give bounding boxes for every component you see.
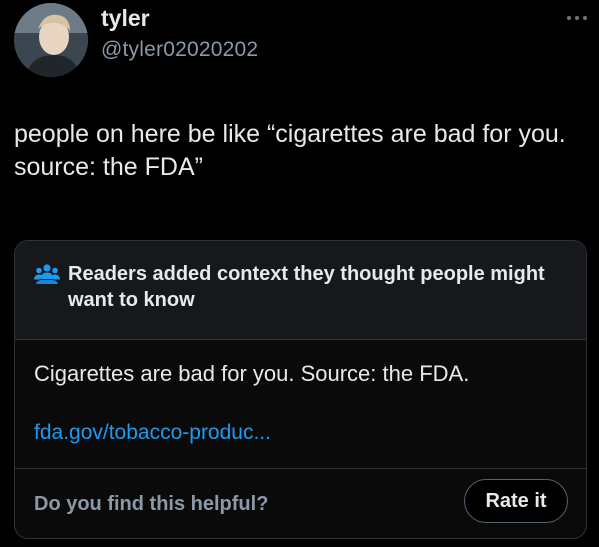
avatar[interactable]	[14, 3, 88, 77]
user-handle[interactable]: @tyler02020202	[101, 37, 258, 63]
helpful-question: Do you find this helpful?	[34, 493, 269, 515]
community-note-header: Readers added context they thought peopl…	[15, 241, 586, 340]
more-options-button[interactable]	[565, 8, 589, 28]
community-note-footer: Do you find this helpful? Rate it	[15, 469, 586, 538]
community-note-title: Readers added context they thought peopl…	[68, 263, 545, 311]
people-group-icon	[34, 264, 60, 284]
community-note-text: Cigarettes are bad for you. Source: the …	[34, 361, 470, 386]
avatar-photo	[14, 3, 88, 77]
rate-it-button[interactable]: Rate it	[464, 479, 568, 523]
community-note: Readers added context they thought peopl…	[14, 240, 587, 539]
display-name[interactable]: tyler	[101, 4, 150, 32]
community-note-source-link[interactable]: fda.gov/tobacco-produc...	[34, 420, 271, 446]
community-note-body: Cigarettes are bad for you. Source: the …	[15, 340, 586, 469]
more-horizontal-icon	[567, 16, 587, 20]
tweet-text: people on here be like “cigarettes are b…	[14, 120, 566, 181]
